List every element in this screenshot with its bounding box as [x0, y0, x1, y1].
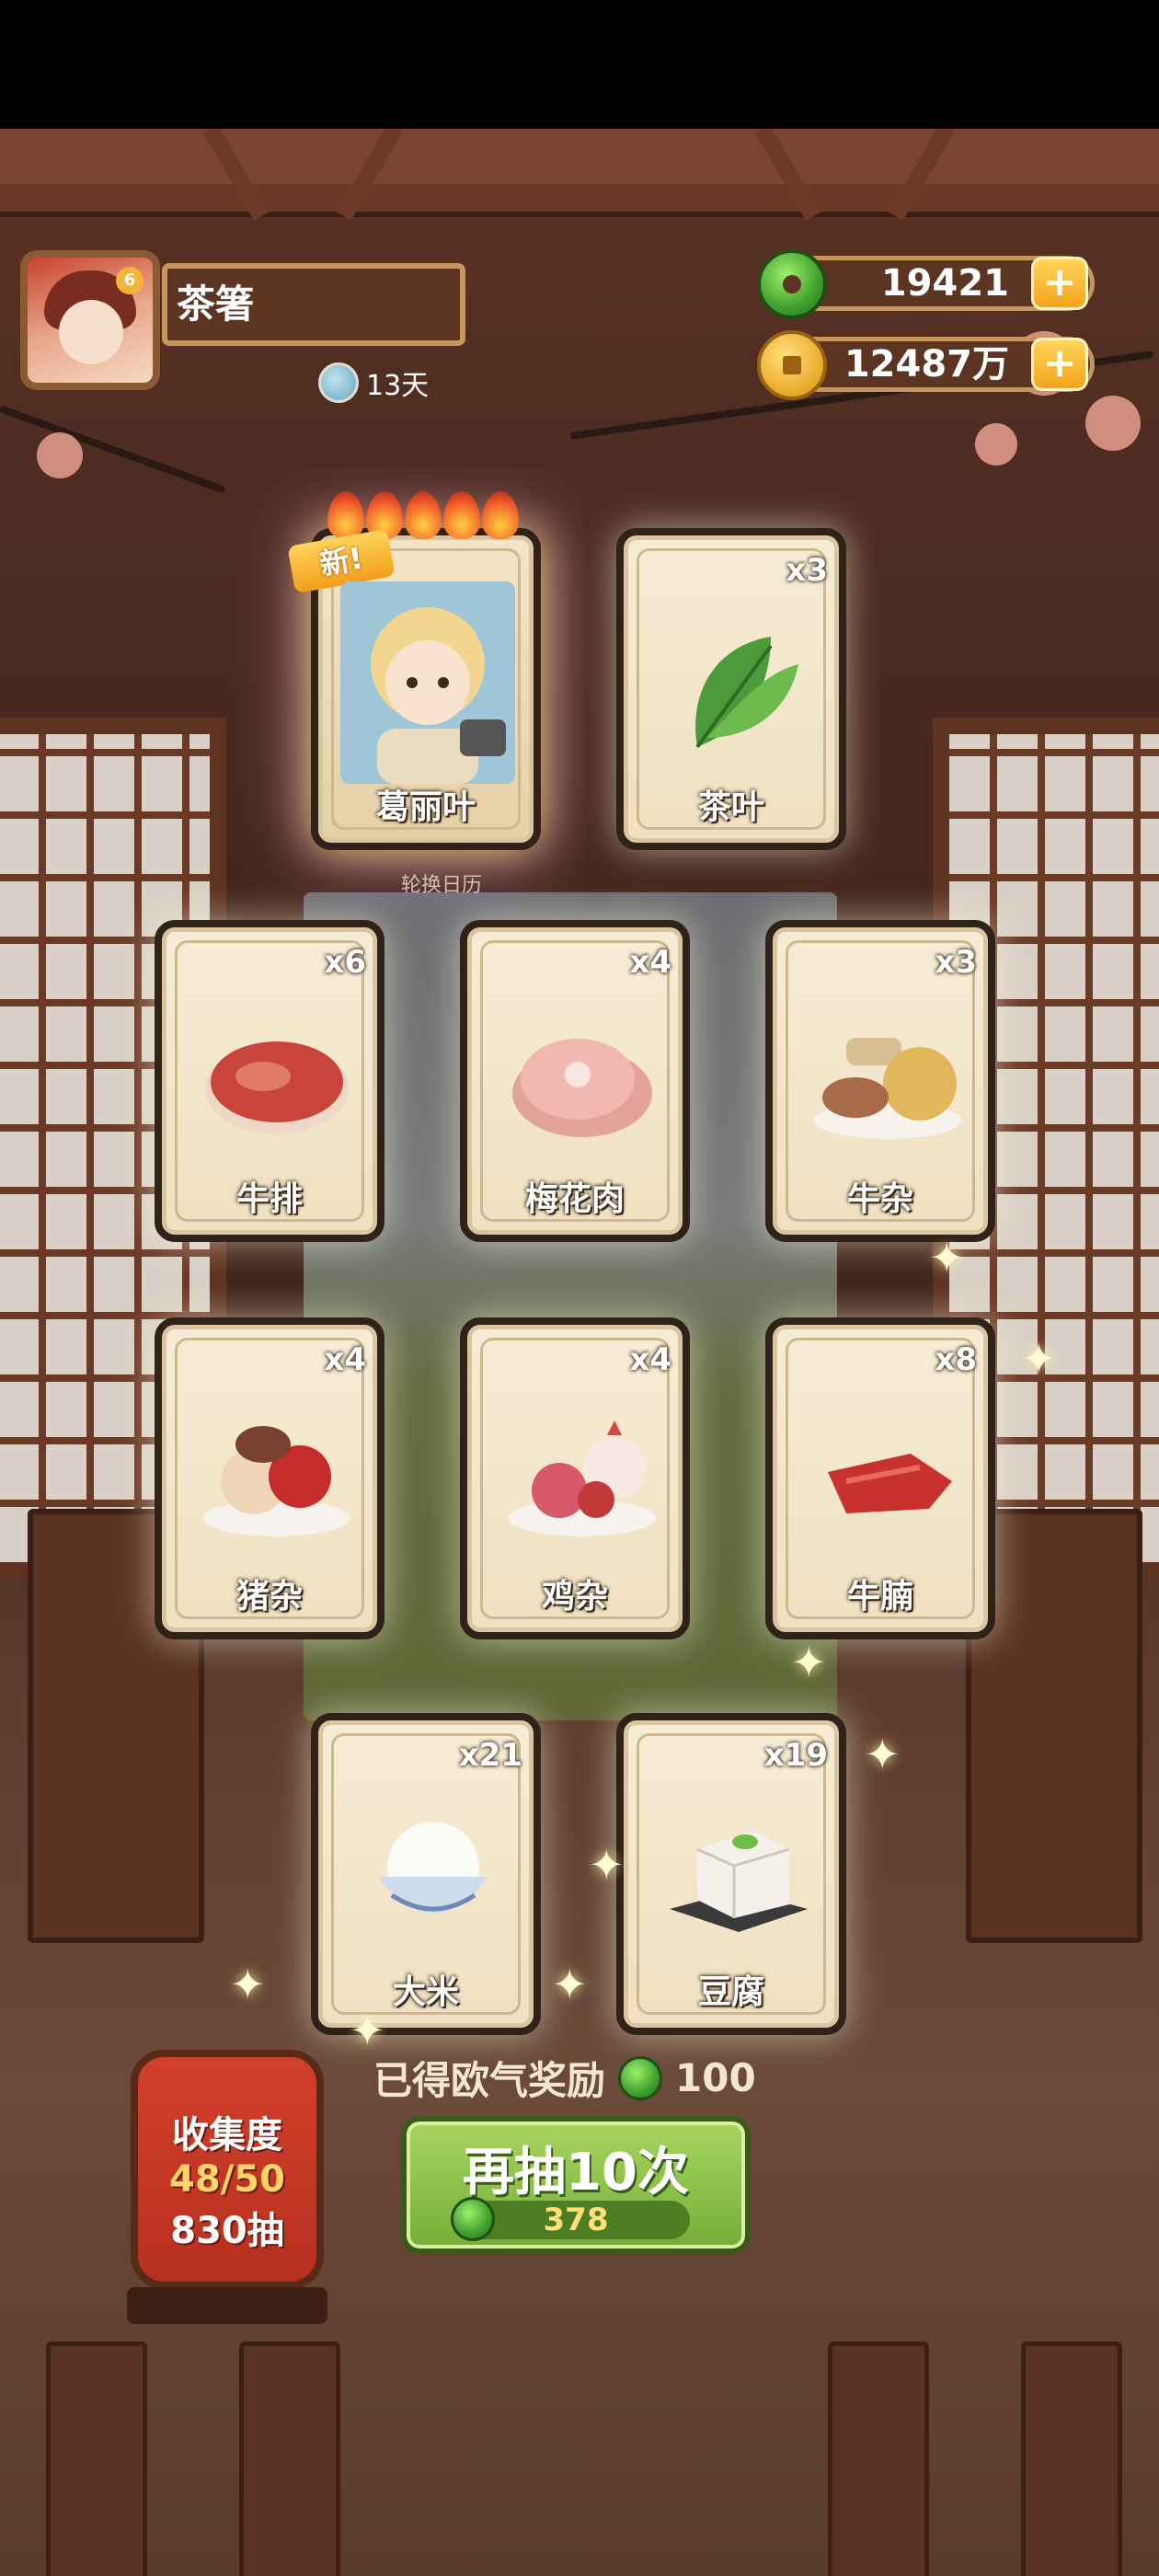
coin-value: 12487万 — [843, 343, 1009, 385]
sparkle-icon: ✦ — [230, 1960, 266, 2009]
draw-again-label: 再抽10次 — [463, 2143, 689, 2202]
card-count: x3 — [786, 552, 828, 589]
card-label: 鸡杂 — [541, 1578, 608, 1616]
card-tea[interactable]: x3 茶叶 — [616, 528, 846, 850]
card-label: 梅花肉 — [524, 1180, 625, 1218]
jade-icon — [618, 2055, 663, 2100]
chicken-offal-icon — [509, 1420, 656, 1536]
card-steak[interactable]: x6 牛排 — [155, 920, 384, 1242]
card-label: 葛丽叶 — [375, 788, 476, 826]
reward-amount: 100 — [675, 2055, 756, 2100]
sparkle-icon: ✦ — [1021, 1334, 1057, 1384]
reward-label: 已得欧气奖励 — [373, 2058, 606, 2103]
beef-offal-icon — [814, 1038, 961, 1139]
jade-icon — [757, 249, 827, 319]
pig-offal-icon — [203, 1426, 350, 1536]
rarity-flames — [327, 491, 519, 539]
coin-icon — [757, 330, 827, 400]
collection-draws: 830抽 — [170, 2210, 284, 2252]
flame-icon — [443, 491, 480, 539]
card-tofu[interactable]: x19 豆腐 — [616, 1713, 846, 2035]
card-count: x8 — [935, 1341, 977, 1378]
roof-beam — [0, 129, 1159, 190]
card-pig-offal[interactable]: x4 猪杂 — [155, 1317, 384, 1639]
card-count: x21 — [458, 1737, 522, 1774]
fence-post — [46, 2341, 147, 2576]
level-badge-icon: 6 — [116, 267, 143, 294]
card-label: 牛排 — [235, 1180, 303, 1218]
player-name: 茶箸 — [162, 263, 465, 346]
days-counter: 13天 — [318, 362, 429, 403]
branch — [0, 405, 226, 494]
collection-progress: 48/50 — [169, 2158, 285, 2201]
card-count: x4 — [629, 944, 671, 981]
card-label: 茶叶 — [697, 788, 764, 826]
fence-post — [239, 2341, 340, 2576]
rice-bowl-icon — [378, 1822, 488, 1914]
jade-currency-bar: 19421 + — [757, 249, 1095, 319]
card-brisket[interactable]: x8 牛腩 — [765, 1317, 995, 1639]
coin-currency-bar: 12487万 + — [757, 330, 1095, 400]
player-avatar[interactable]: 6 — [20, 250, 160, 390]
card-label: 豆腐 — [697, 1973, 764, 2011]
fence-post — [1021, 2341, 1122, 2576]
draw-cost-value: 378 — [543, 2202, 609, 2238]
card-count: x4 — [324, 1341, 366, 1378]
tea-leaf-icon — [695, 637, 798, 749]
pork-icon — [512, 1039, 652, 1137]
draw-cost: 378 — [451, 2197, 690, 2241]
sparkle-icon: ✦ — [791, 1638, 827, 1687]
card-rice[interactable]: x21 大米 — [311, 1713, 541, 2035]
card-pork[interactable]: x4 梅花肉 — [460, 920, 690, 1242]
card-character[interactable]: 新! 葛丽叶 — [287, 491, 541, 850]
character-portrait — [340, 581, 515, 784]
blossom — [1085, 396, 1141, 451]
jade-icon — [451, 2197, 495, 2241]
card-count: x6 — [324, 944, 366, 981]
sparkle-icon: ✦ — [552, 1960, 588, 2009]
card-count: x3 — [935, 944, 977, 981]
flame-icon — [482, 491, 519, 539]
card-label: 牛杂 — [846, 1180, 913, 1218]
blossom — [37, 432, 83, 478]
sparkle-icon: ✦ — [350, 2006, 385, 2055]
card-chicken-offal[interactable]: x4 鸡杂 — [460, 1317, 690, 1639]
luck-reward: 已得欧气奖励 100 — [373, 2050, 756, 2106]
card-count: x19 — [763, 1737, 828, 1774]
card-count: x4 — [629, 1341, 671, 1378]
days-value: 13天 — [366, 370, 430, 402]
add-coin-button[interactable]: + — [1031, 338, 1088, 391]
jade-value: 19421 — [880, 262, 1009, 305]
collection-lantern[interactable]: 收集度 48/50 830抽 — [131, 2050, 324, 2289]
rotate-calendar-label: 轮换日历 — [401, 874, 483, 897]
steak-icon — [205, 1041, 349, 1134]
card-label: 牛腩 — [846, 1578, 913, 1616]
sparkle-icon: ✦ — [865, 1730, 901, 1779]
card-label: 猪杂 — [235, 1578, 303, 1616]
collection-title: 收集度 — [172, 2114, 282, 2156]
roof-beam-lower — [0, 184, 1159, 217]
tofu-icon — [670, 1831, 808, 1932]
calendar-icon — [318, 362, 359, 403]
fence-post — [828, 2341, 929, 2576]
flame-icon — [327, 491, 364, 539]
flame-icon — [405, 491, 442, 539]
blossom — [975, 423, 1017, 466]
sparkle-icon: ✦ — [589, 1840, 625, 1890]
brisket-icon — [828, 1454, 952, 1513]
sparkle-icon: ✦ — [929, 1233, 965, 1282]
card-beef-offal[interactable]: x3 牛杂 — [765, 920, 995, 1242]
lantern-stand — [127, 2287, 327, 2324]
draw-again-button[interactable]: 再抽10次 378 — [401, 2116, 751, 2254]
add-jade-button[interactable]: + — [1031, 257, 1088, 310]
